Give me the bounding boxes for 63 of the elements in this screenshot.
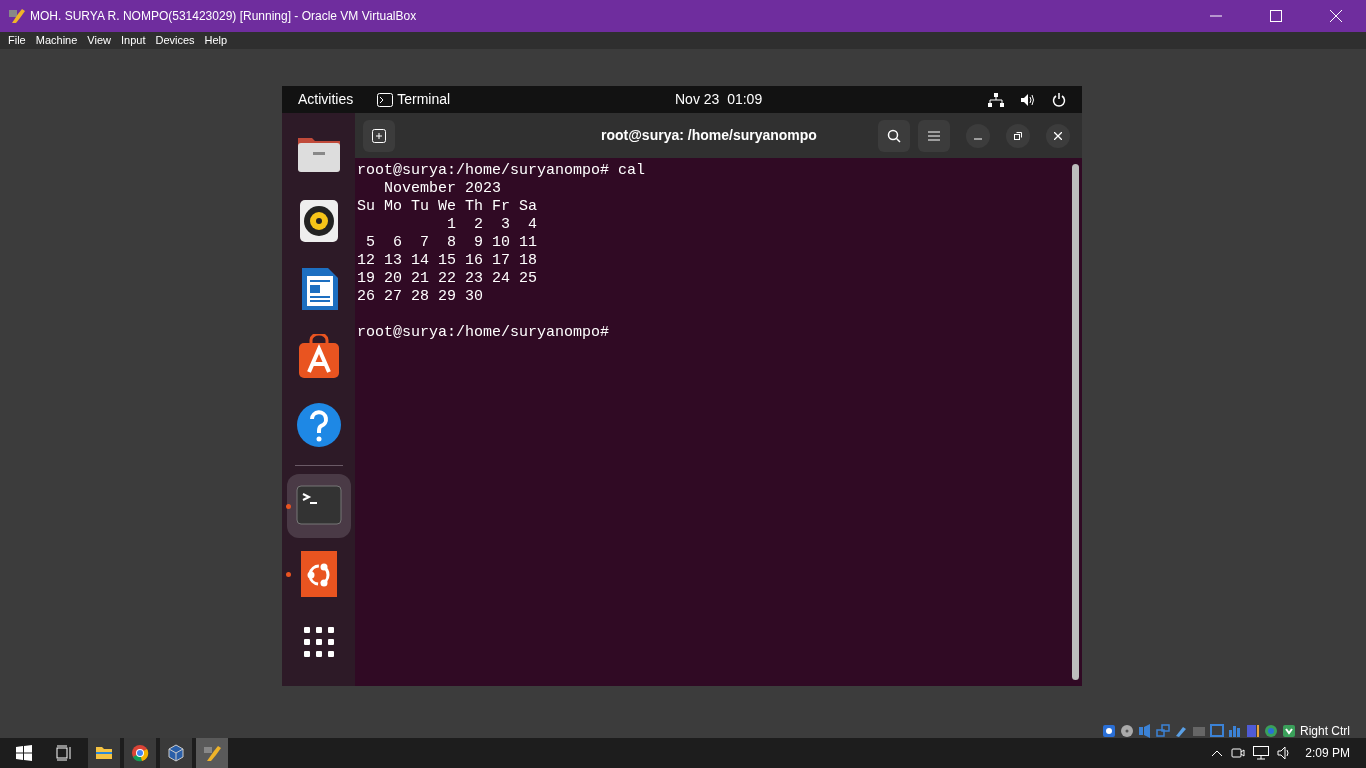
terminal-icon — [377, 92, 394, 107]
host-key-label: Right Ctrl — [1300, 723, 1350, 740]
clock[interactable]: Nov 23 01:09 — [675, 89, 763, 110]
menu-item[interactable]: Help — [204, 32, 228, 49]
taskbar-button[interactable] — [160, 738, 192, 768]
terminal-line: root@surya:/home/suryanompo# — [357, 324, 611, 342]
search-button[interactable] — [878, 119, 910, 152]
help-icon[interactable] — [295, 402, 342, 448]
disc-icon[interactable] — [1120, 724, 1134, 738]
search-icon — [887, 128, 901, 143]
network-icon[interactable] — [988, 92, 1004, 107]
terminal-line: 26 27 28 29 30 — [357, 288, 485, 306]
virtualbox-logo-icon — [8, 8, 26, 24]
menu-item[interactable]: Input — [120, 32, 146, 49]
scrollbar[interactable] — [1072, 164, 1079, 680]
close-icon[interactable] — [1330, 10, 1342, 22]
menu-item[interactable]: View — [87, 32, 111, 49]
windows-logo-icon — [16, 745, 32, 761]
minimize-icon — [974, 137, 982, 140]
maximize-icon[interactable] — [1270, 10, 1282, 22]
minimize-button[interactable] — [966, 123, 990, 148]
power-icon[interactable] — [1052, 92, 1066, 107]
taskbar-button[interactable] — [196, 738, 228, 768]
recording-icon[interactable] — [1228, 724, 1242, 738]
taskbar-button[interactable] — [124, 738, 156, 768]
terminal-line: 5 6 7 8 9 10 11 — [365, 234, 539, 252]
folder-icon — [95, 744, 113, 762]
speaker-icon[interactable] — [1020, 92, 1036, 107]
terminal-line: 19 20 21 22 23 24 25 — [357, 270, 539, 288]
plus-icon — [372, 128, 386, 143]
monitor-icon[interactable] — [1253, 746, 1270, 760]
menu-button[interactable] — [918, 119, 950, 152]
close-button[interactable] — [1046, 123, 1070, 148]
restore-button[interactable] — [1006, 123, 1030, 148]
menu-item[interactable]: Machine — [35, 32, 78, 49]
terminal-line: root@surya:/home/suryanompo# cal — [357, 162, 647, 180]
chrome-logo-icon — [131, 744, 149, 762]
mouse-integration-icon[interactable] — [1264, 724, 1278, 738]
window-title: MOH. SURYA R. NOMPO(531423029) [Running] - Oracle VM VirtualBox — [30, 8, 417, 25]
camera-icon[interactable] — [1231, 746, 1246, 760]
new-tab-button[interactable] — [363, 119, 395, 152]
terminal-title: root@surya: /home/suryanompo — [601, 126, 817, 145]
virtualization-icon[interactable] — [1246, 724, 1260, 738]
close-icon — [1054, 131, 1062, 140]
chevron-up-icon[interactable] — [1211, 749, 1224, 757]
terminal-line: November 2023 — [383, 180, 503, 198]
cube-icon — [167, 744, 185, 762]
restore-icon — [1014, 131, 1022, 140]
app-menu[interactable]: Terminal — [397, 89, 451, 110]
terminal-line: 12 13 14 15 16 17 18 — [357, 252, 539, 270]
taskbar-button[interactable] — [88, 738, 120, 768]
terminal-line: Su Mo Tu We Th Fr Sa — [357, 198, 539, 216]
menu-item[interactable]: File — [8, 32, 26, 49]
audio-icon[interactable] — [1138, 724, 1152, 738]
clock[interactable]: 2:09 PM — [1305, 744, 1350, 762]
keyboard-capture-icon[interactable] — [1282, 724, 1296, 738]
task-view-icon — [56, 745, 72, 761]
menu-icon — [928, 130, 940, 141]
menu-item[interactable]: Devices — [155, 32, 195, 49]
display-icon[interactable] — [1210, 724, 1224, 738]
virtualbox-logo-icon — [203, 744, 221, 762]
activities-button[interactable]: Activities — [298, 89, 354, 110]
terminal-line: 1 2 3 4 — [446, 216, 539, 234]
